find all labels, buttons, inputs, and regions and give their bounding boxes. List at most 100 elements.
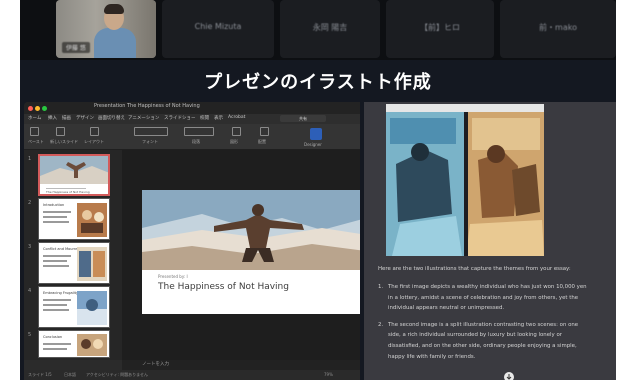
list-text-line: The first image depicts a wealthy indivi… <box>388 284 587 290</box>
notes-pane[interactable]: ノートを入力 <box>122 360 360 370</box>
accessibility-status[interactable]: アクセシビリティ: 問題ありません <box>86 372 148 378</box>
thumbnail-text-line <box>43 348 67 350</box>
list-text-line: happy life with family or friends. <box>388 353 476 360</box>
window-title: Presentation The Happiness of Not Having <box>94 103 200 109</box>
thumbnail-text-line <box>43 211 71 213</box>
chat-response-intro: Here are the two illustrations that capt… <box>378 266 571 272</box>
thumbnail-illustration <box>77 291 107 325</box>
close-window-icon[interactable] <box>28 106 33 111</box>
participant-tile-self[interactable]: 伊藤 悠 <box>56 0 156 58</box>
tab-review[interactable]: 校閲 <box>200 115 209 121</box>
language: 日本語 <box>64 372 76 377</box>
ribbon-label: 配置 <box>258 139 266 144</box>
tab-view[interactable]: 表示 <box>214 115 223 121</box>
thumbnail-text-line <box>43 260 67 262</box>
thumbnail-number: 5 <box>28 332 32 338</box>
chat-panel: Here are the two illustrations that capt… <box>364 102 616 380</box>
slide-thumbnail[interactable]: Introduction <box>38 198 110 240</box>
slide-thumbnail-panel: 1 The Happiness of Not Having 2 Introduc… <box>24 150 122 360</box>
list-text-line: in a lottery, amidst a scene of celebrat… <box>388 294 579 301</box>
font-controls-icon[interactable] <box>134 127 168 136</box>
tab-animations[interactable]: アニメーション <box>128 115 159 121</box>
thumbnail-number: 2 <box>28 200 32 206</box>
shared-screen: プレゼンのイラストト作成 Presentation The Happiness … <box>20 60 616 380</box>
participant-name: 前・mako <box>539 23 577 32</box>
tab-insert[interactable]: 挿入 <box>48 115 57 121</box>
thumbnail-text-line <box>43 304 67 306</box>
thumbnail-number: 3 <box>28 244 32 250</box>
thumbnail-title: Conclusion <box>43 335 63 339</box>
thumbnail-text-line <box>43 216 67 218</box>
thumbnail-title: Embracing Frugality <box>43 291 79 295</box>
participant-name: 【前】ヒロ <box>420 23 460 32</box>
participant-tile[interactable]: Chie Mizuta <box>162 0 274 58</box>
thumbnail-text-line <box>43 309 69 311</box>
list-text-line: dissatisfied, and on the other side, ord… <box>388 342 577 349</box>
share-button[interactable]: 共有 <box>280 115 326 122</box>
list-text-line: The second image is a split illustration… <box>388 321 579 328</box>
tab-draw[interactable]: 描画 <box>62 115 71 121</box>
list-number: 1. <box>378 284 384 290</box>
ribbon-label: 図形 <box>230 139 238 144</box>
arrange-icon[interactable] <box>260 127 269 136</box>
status-bar: スライド 1/5 日本語 アクセシビリティ: 問題ありません 79% <box>24 370 360 380</box>
paste-icon[interactable] <box>30 127 39 136</box>
slide-count: スライド 1/5 <box>28 372 52 377</box>
current-slide[interactable]: Presented by: I The Happiness of Not Hav… <box>142 190 360 314</box>
ribbon-label: フォント <box>142 139 158 144</box>
thumbnail-title: Conflict and Mourns <box>43 247 78 251</box>
participant-name: 永岡 陽吉 <box>312 23 348 32</box>
zoom-level[interactable]: 79% <box>324 372 333 377</box>
thumbnail-illustration <box>77 334 107 356</box>
layout-icon[interactable] <box>90 127 99 136</box>
minimize-window-icon[interactable] <box>35 106 40 111</box>
thumbnail-text-line <box>43 265 69 267</box>
notes-placeholder: ノートを入力 <box>142 362 169 367</box>
thumbnail-illustration <box>40 156 108 184</box>
participant-tile[interactable]: 【前】ヒロ <box>386 0 494 58</box>
thumbnail-number: 4 <box>28 288 32 294</box>
designer-icon[interactable] <box>310 128 322 140</box>
slide-thumbnail[interactable]: The Happiness of Not Having <box>38 154 110 196</box>
ribbon-tabs: ホーム 挿入 描画 デザイン 画面切り替え アニメーション スライドショー 校閲… <box>24 114 360 124</box>
tab-slideshow[interactable]: スライドショー <box>164 115 196 121</box>
tab-home[interactable]: ホーム <box>28 115 41 121</box>
scroll-down-button[interactable] <box>504 372 514 380</box>
tab-design[interactable]: デザイン <box>76 115 94 121</box>
thumbnail-text-line <box>43 343 71 345</box>
thumbnail-title: The Happiness of Not Having <box>46 190 90 194</box>
list-number: 2. <box>378 321 384 328</box>
shapes-icon[interactable] <box>232 127 241 136</box>
thumbnail-illustration <box>77 203 107 237</box>
thumbnail-number: 1 <box>28 156 32 162</box>
slide-thumbnail[interactable]: Conflict and Mourns <box>38 242 110 284</box>
thumbnail-divider <box>46 188 86 189</box>
screenshot: 伊藤 悠 Chie Mizuta 永岡 陽吉 【前】ヒロ 前・mako プレゼン… <box>0 0 628 382</box>
participant-tile[interactable]: 前・mako <box>500 0 616 58</box>
participant-tile[interactable]: 永岡 陽吉 <box>280 0 380 58</box>
ribbon-label: 新しいスライド <box>50 139 78 144</box>
tab-transitions[interactable]: 画面切り替え <box>98 115 125 121</box>
thumbnail-illustration <box>77 247 107 281</box>
list-text-line: side, a rich individual surrounded by lu… <box>388 332 562 339</box>
new-slide-icon[interactable] <box>56 127 65 136</box>
presentation-heading: プレゼンのイラストト作成 <box>204 72 432 93</box>
title-bar: Presentation The Happiness of Not Having <box>24 102 360 114</box>
thumbnail-text-line <box>43 255 71 257</box>
slide-title[interactable]: The Happiness of Not Having <box>158 282 289 292</box>
designer-label: Designer <box>304 142 322 147</box>
generated-illustration[interactable] <box>386 104 544 256</box>
paragraph-controls-icon[interactable] <box>184 127 214 136</box>
participant-name: 伊藤 悠 <box>62 42 90 53</box>
ribbon-label: 段落 <box>192 139 200 144</box>
slide-thumbnail[interactable]: Conclusion <box>38 330 110 358</box>
ribbon-label: レイアウト <box>84 139 104 144</box>
list-item: 2. The second image is a split illustrat… <box>378 320 610 362</box>
thumbnail-text-line <box>43 221 69 223</box>
thumbnail-text-line <box>43 299 71 301</box>
zoom-window-icon[interactable] <box>42 106 47 111</box>
tab-acrobat[interactable]: Acrobat <box>228 115 245 120</box>
list-item: 1. The first image depicts a wealthy ind… <box>378 282 610 314</box>
slide-editing-canvas: Presented by: I The Happiness of Not Hav… <box>122 150 360 360</box>
slide-thumbnail[interactable]: Embracing Frugality <box>38 286 110 328</box>
